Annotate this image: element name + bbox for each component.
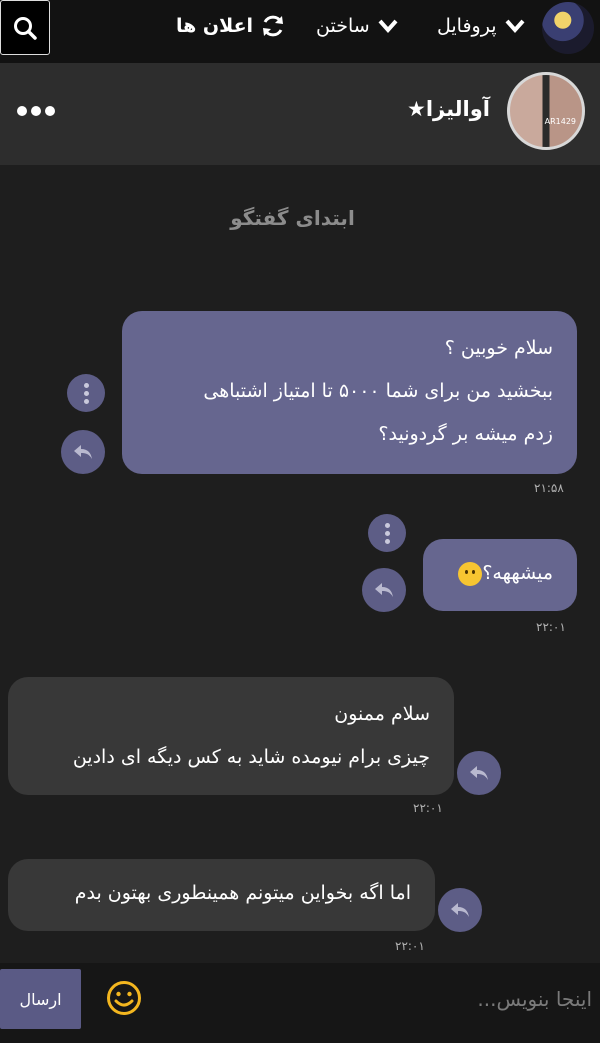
message-time: ۲۲:۰۱ <box>536 620 566 634</box>
chevron-down-icon <box>378 19 398 34</box>
user-avatar[interactable] <box>542 2 594 54</box>
message-line: زدم میشه بر گردونید؟ <box>378 423 553 445</box>
reply-button[interactable] <box>438 888 482 932</box>
message-line: اما اگه بخواین میتونم همینطوری بهتون بدم <box>74 882 411 904</box>
avatar-tag: AR1429 <box>544 117 576 126</box>
create-nav-item[interactable]: ساختن <box>316 10 399 42</box>
reply-icon <box>375 583 393 597</box>
reply-button[interactable] <box>457 751 501 795</box>
more-icon-dot <box>45 106 55 116</box>
message-bubble-sent[interactable]: میشههه؟ <box>423 539 577 611</box>
profile-label: پروفایل <box>437 15 497 37</box>
profile-nav-item[interactable]: پروفایل <box>437 10 526 42</box>
chat-title[interactable]: آوالیزا★ <box>407 97 490 121</box>
chevron-down-icon <box>505 19 524 34</box>
hugging-face-emoji <box>458 561 483 586</box>
more-icon <box>17 106 27 116</box>
message-composer: ارسال <box>0 963 600 1043</box>
kebab-icon <box>83 382 89 404</box>
reply-button[interactable] <box>362 568 406 612</box>
emoji-icon[interactable] <box>106 980 142 1016</box>
message-time: ۲۲:۰۱ <box>395 939 425 953</box>
conversation-start-label: ابتدای گفتگو <box>230 206 355 230</box>
chat-avatar[interactable]: AR1429 <box>507 72 585 150</box>
message-line: چیزی برام نیومده شاید به کس دیگه ای دادی… <box>72 746 430 768</box>
refresh-icon <box>263 15 284 37</box>
message-options-button[interactable] <box>368 514 406 552</box>
reply-button[interactable] <box>61 430 105 474</box>
message-bubble-received[interactable]: سلام ممنون چیزی برام نیومده شاید به کس د… <box>8 677 454 795</box>
reply-icon <box>451 903 469 917</box>
message-line: ببخشید من برای شما ۵۰۰۰ تا امتیاز اشتباه… <box>203 380 553 402</box>
kebab-icon <box>384 522 390 544</box>
message-bubble-received[interactable]: اما اگه بخواین میتونم همینطوری بهتون بدم <box>8 859 435 931</box>
search-icon <box>14 16 37 40</box>
message-options-button[interactable] <box>67 374 105 412</box>
message-line: سلام خوبین ؟ <box>444 337 553 359</box>
top-navigation-bar: اعلان ها ساختن پروفایل <box>0 0 600 63</box>
message-bubble-sent[interactable]: سلام خوبین ؟ ببخشید من برای شما ۵۰۰۰ تا … <box>122 311 577 474</box>
more-options-button[interactable] <box>17 101 55 121</box>
notifications-nav-item[interactable]: اعلان ها <box>176 10 286 42</box>
send-button[interactable]: ارسال <box>0 969 81 1029</box>
message-input[interactable] <box>160 973 592 1025</box>
message-time: ۲۱:۵۸ <box>534 481 564 495</box>
chat-header: آوالیزا★ AR1429 <box>0 63 600 165</box>
more-icon-dot <box>31 106 41 116</box>
reply-icon <box>74 445 92 459</box>
create-label: ساختن <box>316 15 370 37</box>
notifications-label: اعلان ها <box>176 15 254 37</box>
reply-icon <box>470 766 488 780</box>
message-line-with-emoji: میشههه؟ <box>447 552 553 595</box>
message-line: میشههه؟ <box>482 562 553 584</box>
search-button[interactable] <box>0 0 50 55</box>
message-time: ۲۲:۰۱ <box>413 801 443 815</box>
message-line: سلام ممنون <box>334 703 430 725</box>
